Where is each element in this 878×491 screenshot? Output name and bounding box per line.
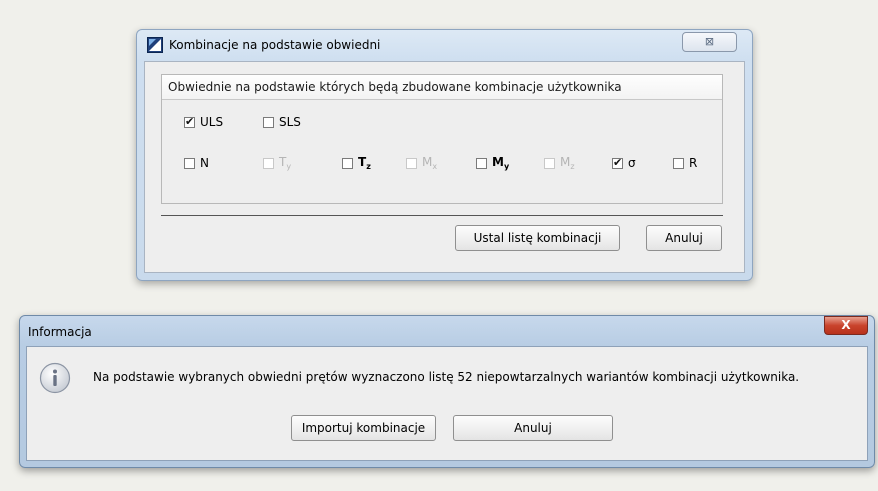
combinations-dialog-titlebar[interactable]: Kombinacje na podstawie obwiedni ⊠ (137, 30, 752, 61)
dialog-content: Na podstawie wybranych obwiedni prętów w… (26, 346, 868, 461)
checkbox-label: ULS (200, 115, 224, 129)
checkbox-box[interactable]: ✔ (612, 155, 623, 169)
close-icon: ⊠ (704, 35, 715, 48)
checkbox-uls[interactable]: ✔ ULS (184, 114, 223, 130)
checkbox-label: My (492, 155, 510, 171)
checkbox-box (263, 157, 274, 169)
dialog-content: Obwiednie na podstawie których będą zbud… (144, 61, 745, 273)
import-combinations-button[interactable]: Importuj kombinacje (291, 415, 436, 441)
checkbox-sigma[interactable]: ✔ σ (612, 155, 636, 171)
checkbox-box[interactable] (342, 157, 353, 169)
close-icon: X (841, 318, 851, 332)
close-button[interactable]: X (824, 316, 868, 335)
checkbox-box (544, 157, 555, 169)
group-header: Obwiednie na podstawie których będą zbud… (162, 75, 722, 100)
checkbox-r[interactable]: R (673, 155, 697, 171)
separator (161, 215, 723, 216)
checkbox-box[interactable] (184, 157, 195, 169)
checkbox-box[interactable] (673, 157, 684, 169)
checkbox-label: R (689, 156, 698, 170)
checkbox-tz[interactable]: Tz (342, 155, 371, 171)
information-icon (39, 362, 71, 394)
information-dialog: Informacja X Na podstawie wybranych obwi… (19, 315, 875, 468)
checkbox-mx: Mx (406, 155, 437, 171)
set-combination-list-button[interactable]: Ustal listę kombinacji (455, 225, 620, 251)
checkbox-label: σ (628, 156, 636, 170)
checkbox-label: Tz (358, 155, 371, 171)
checkbox-box[interactable]: ✔ (184, 114, 195, 128)
dialog-title: Kombinacje na podstawie obwiedni (169, 38, 381, 52)
checkbox-mz: Mz (544, 155, 575, 171)
checkbox-box[interactable] (263, 116, 274, 128)
checkbox-box[interactable] (476, 157, 487, 169)
information-message: Na podstawie wybranych obwiedni prętów w… (93, 370, 800, 384)
checkbox-ty: Ty (263, 155, 291, 171)
envelopes-group: Obwiednie na podstawie których będą zbud… (161, 74, 723, 204)
checkbox-label: N (200, 156, 209, 170)
check-icon: ✔ (613, 155, 623, 169)
checkbox-label: SLS (279, 115, 301, 129)
checkbox-label: Mx (422, 155, 438, 171)
check-icon: ✔ (185, 114, 195, 128)
cancel-button[interactable]: Anuluj (646, 225, 722, 251)
checkbox-sls[interactable]: SLS (263, 114, 301, 130)
close-button[interactable]: ⊠ (682, 32, 737, 52)
checkbox-my[interactable]: My (476, 155, 509, 171)
checkbox-label: Mz (560, 155, 575, 171)
checkbox-n[interactable]: N (184, 155, 209, 171)
combinations-dialog: Kombinacje na podstawie obwiedni ⊠ Obwie… (136, 29, 753, 281)
checkbox-label: Ty (279, 155, 292, 171)
dialog-title: Informacja (28, 325, 92, 339)
cancel-button[interactable]: Anuluj (453, 415, 613, 441)
app-logo-icon (147, 37, 163, 53)
checkbox-box (406, 157, 417, 169)
